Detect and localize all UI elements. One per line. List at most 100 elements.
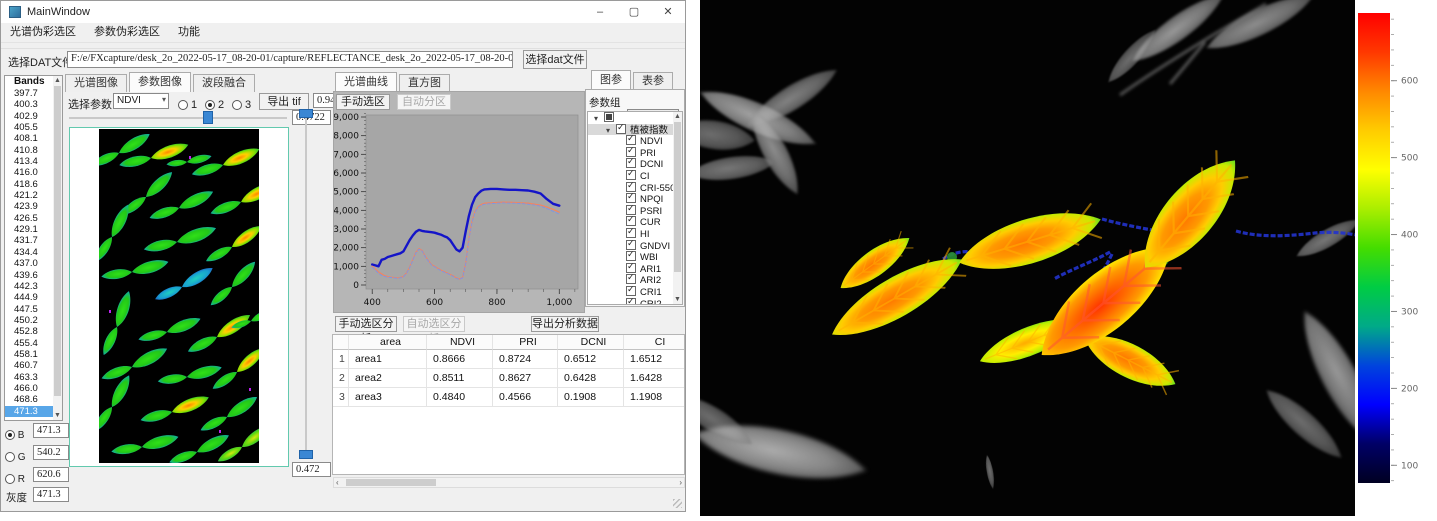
manual-area-analyze-button[interactable]: 手动选区分析 <box>335 316 397 332</box>
range-slider[interactable] <box>305 111 307 459</box>
tree-item-dcni[interactable]: DCNI <box>588 158 682 170</box>
range-slider-upper-handle[interactable] <box>299 109 313 118</box>
tree-item-ci[interactable]: CI <box>588 170 682 182</box>
bands-list[interactable]: Bands 397.7400.3402.9405.5408.1410.8413.… <box>4 75 63 421</box>
tree-item-ari2[interactable]: ARI2 <box>588 274 682 286</box>
channel-value-input[interactable]: 471.3 <box>33 423 69 438</box>
tab-image-params[interactable]: 图参 <box>591 70 631 90</box>
svg-text:600: 600 <box>1401 77 1418 87</box>
threshold-slider[interactable] <box>69 117 287 119</box>
table-row[interactable]: 1area10.86660.87240.65121.65122.465 <box>333 350 684 369</box>
svg-text:9,000: 9,000 <box>334 113 359 123</box>
tab-band-fusion[interactable]: 波段融合 <box>193 74 255 92</box>
bands-scrollbar[interactable]: ▲ ▼ <box>53 76 62 420</box>
auto-partition-button[interactable]: 自动分区 <box>397 94 451 110</box>
svg-text:7,000: 7,000 <box>334 150 359 160</box>
toolbar-strip <box>1 43 685 49</box>
channel-value-input[interactable]: 540.2 <box>33 445 69 460</box>
tree-item-ndvi[interactable]: NDVI <box>588 135 682 147</box>
tree-item-cur[interactable]: CUR <box>588 216 682 228</box>
channel-radio-r[interactable]: R <box>5 469 25 485</box>
tree-item-npqi[interactable]: NPQI <box>588 193 682 205</box>
svg-text:5,000: 5,000 <box>334 188 359 198</box>
tab-table-params[interactable]: 表参 <box>633 72 673 90</box>
table-row[interactable]: 3area30.48400.45660.19081.19081.314 <box>333 388 684 407</box>
table-row[interactable]: 2area20.85110.86270.64281.64282.459 <box>333 369 684 388</box>
param-select[interactable]: NDVI ▾ <box>113 93 169 109</box>
dat-path-input[interactable]: F:/e/FXcapture/desk_2o_2022-05-17_08-20-… <box>67 51 513 68</box>
table-h-scrollbar[interactable]: ‹ › <box>333 477 685 488</box>
spectral-chart: 01,0002,0003,0004,0005,0006,0007,0008,00… <box>334 111 584 311</box>
threshold-slider-handle[interactable] <box>203 111 213 124</box>
tab-parameter-image[interactable]: 参数图像 <box>129 72 191 92</box>
tree-item-cri2[interactable]: CRI2 <box>588 298 682 306</box>
param-select-value: NDVI <box>117 95 141 106</box>
gray-value-input[interactable]: 471.3 <box>33 487 69 502</box>
scroll-down-icon[interactable]: ▼ <box>673 295 682 304</box>
radio-1[interactable]: 1 <box>178 95 197 113</box>
parameter-image[interactable] <box>99 129 259 463</box>
scroll-right-icon[interactable]: › <box>679 478 682 487</box>
svg-text:500: 500 <box>1401 154 1418 164</box>
channel-radio-b[interactable]: B <box>5 425 24 441</box>
svg-text:8,000: 8,000 <box>334 132 359 142</box>
tab-spectral-image[interactable]: 光谱图像 <box>65 74 127 92</box>
app-icon <box>9 6 21 18</box>
select-param-label: 选择参数 <box>68 96 112 112</box>
param-tree[interactable]: ▾▾植被指数NDVIPRIDCNICICRI-550NPQIPSRICURHIG… <box>587 111 683 305</box>
tree-branch-vegetation-index[interactable]: ▾植被指数 <box>588 124 682 136</box>
scroll-left-icon[interactable]: ‹ <box>336 478 339 487</box>
tree-item-hi[interactable]: HI <box>588 228 682 240</box>
main-window: MainWindow – ▢ ✕ 光谱伪彩选区 参数伪彩选区 功能 选择DAT文… <box>0 0 686 512</box>
channel-value-input[interactable]: 620.6 <box>33 467 69 482</box>
svg-text:1,000: 1,000 <box>334 262 359 272</box>
resize-grip[interactable] <box>673 499 682 508</box>
tree-scrollbar[interactable]: ▲ ▼ <box>673 112 682 304</box>
svg-text:800: 800 <box>488 298 505 308</box>
minimize-button[interactable]: – <box>583 2 617 22</box>
close-button[interactable]: ✕ <box>651 2 685 22</box>
export-tif-button[interactable]: 导出 tif <box>259 93 309 110</box>
gray-label: 灰度 <box>6 490 27 505</box>
tree-item-cri1[interactable]: CRI1 <box>588 286 682 298</box>
svg-text:400: 400 <box>364 298 381 308</box>
tree-root[interactable]: ▾ <box>588 112 682 124</box>
tree-item-psri[interactable]: PSRI <box>588 205 682 217</box>
export-analysis-button[interactable]: 导出分析数据 <box>531 316 599 332</box>
tree-item-pri[interactable]: PRI <box>588 147 682 159</box>
scroll-down-icon[interactable]: ▼ <box>53 411 62 420</box>
range-slider-lower-handle[interactable] <box>299 450 313 459</box>
curve-tab-bar: 光谱曲线 直方图 <box>335 75 452 92</box>
menu-param-pseudocolor[interactable]: 参数伪彩选区 <box>85 23 169 42</box>
scroll-up-icon[interactable]: ▲ <box>673 112 682 121</box>
channel-radio-g[interactable]: G <box>5 447 26 463</box>
tree-item-gndvi[interactable]: GNDVI <box>588 240 682 252</box>
title-bar[interactable]: MainWindow – ▢ ✕ <box>1 1 685 23</box>
svg-text:200: 200 <box>1401 384 1418 394</box>
column-header: PRI <box>493 335 558 350</box>
manual-select-button[interactable]: 手动选区 <box>336 94 390 110</box>
auto-area-analyze-button[interactable]: 自动选区分析 <box>403 316 465 332</box>
tab-histogram[interactable]: 直方图 <box>399 74 450 92</box>
scroll-up-icon[interactable]: ▲ <box>53 76 62 85</box>
radio-3[interactable]: 3 <box>232 95 251 113</box>
tab-spectral-curve[interactable]: 光谱曲线 <box>335 72 397 92</box>
svg-text:0: 0 <box>353 281 359 291</box>
select-dat-button[interactable]: 选择dat文件 <box>523 50 587 69</box>
analysis-table[interactable]: areaNDVIPRIDCNICIC1area10.86660.87240.65… <box>332 334 685 475</box>
radio-icon <box>5 474 15 484</box>
table-header-row: areaNDVIPRIDCNICIC <box>333 335 684 350</box>
tree-item-cri-550[interactable]: CRI-550 <box>588 182 682 194</box>
tree-item-ari1[interactable]: ARI1 <box>588 263 682 275</box>
menu-spectral-pseudocolor[interactable]: 光谱伪彩选区 <box>1 23 85 42</box>
image-tab-bar: 光谱图像 参数图像 波段融合 <box>65 75 257 92</box>
lower-threshold-input[interactable]: 0.472 <box>292 462 331 477</box>
menu-functions[interactable]: 功能 <box>169 23 209 42</box>
pseudocolor-image[interactable]: 600500400300200100 <box>700 0 1437 516</box>
column-header: NDVI <box>427 335 493 350</box>
maximize-button[interactable]: ▢ <box>617 2 651 22</box>
svg-text:4,000: 4,000 <box>334 206 359 216</box>
svg-text:400: 400 <box>1401 231 1418 241</box>
tree-item-wbi[interactable]: WBI <box>588 251 682 263</box>
window-title: MainWindow <box>27 6 90 18</box>
